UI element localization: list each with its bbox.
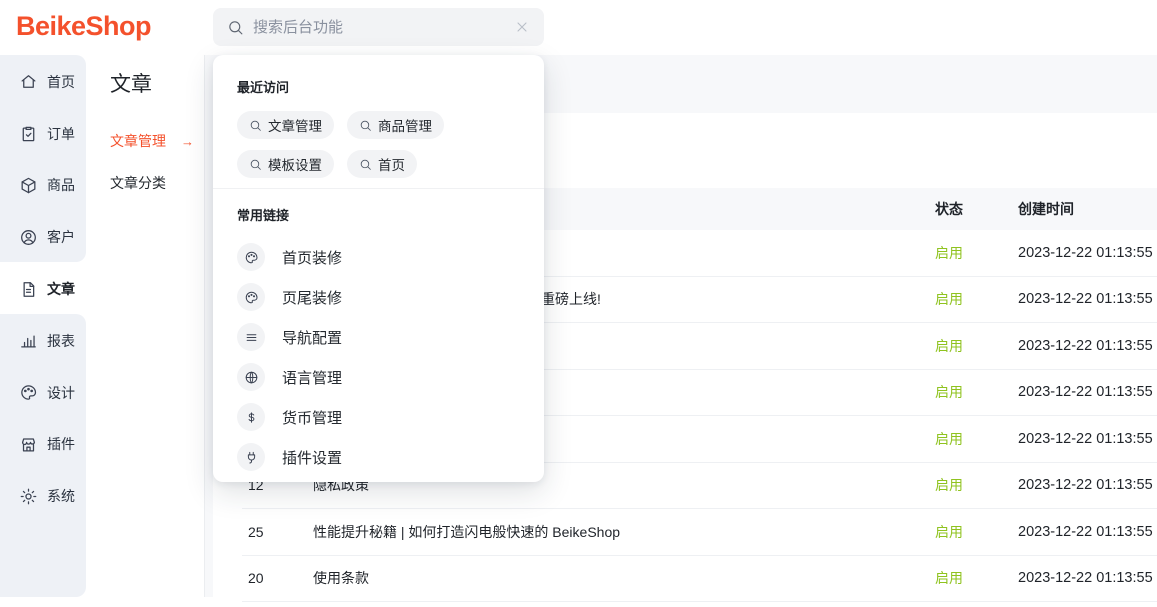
search-box[interactable] (213, 8, 544, 46)
status-badge: 启用 (935, 522, 1018, 542)
quick-link-footer-decorate[interactable]: 页尾装修 (237, 277, 520, 317)
row-id: 25 (248, 524, 313, 540)
created-time: 2023-12-22 01:13:55 (1018, 291, 1157, 307)
menu-icon (237, 323, 265, 351)
sidebar-item-reports[interactable]: 报表 (0, 315, 86, 367)
created-time: 2023-12-22 01:13:55 (1018, 570, 1157, 586)
quick-link-label: 导航配置 (282, 327, 342, 348)
sidebar-item-label: 商品 (47, 175, 75, 195)
sidebar-item-label: 客户 (47, 227, 75, 247)
recent-chip[interactable]: 模板设置 (237, 150, 334, 178)
quick-link-label: 语言管理 (282, 367, 342, 388)
created-time: 2023-12-22 01:13:55 (1018, 524, 1157, 540)
search-input[interactable] (253, 19, 505, 36)
sidebar-item-label: 设计 (47, 383, 75, 403)
recent-chip[interactable]: 商品管理 (347, 111, 444, 139)
quick-link-home-decorate[interactable]: 首页装修 (237, 237, 520, 277)
sidebar-item-home[interactable]: 首页 (0, 56, 86, 108)
column-header-status: 状态 (935, 199, 1018, 219)
quick-link-label: 货币管理 (282, 407, 342, 428)
status-badge: 启用 (935, 475, 1018, 495)
row-id: 20 (248, 570, 313, 586)
sidebar: 首页订单商品客户文章报表设计插件系统 (0, 55, 86, 597)
app-logo[interactable]: BeikeShop (16, 11, 151, 42)
system-icon (19, 487, 38, 506)
sidebar-item-system[interactable]: 系统 (0, 470, 86, 522)
created-time: 2023-12-22 01:13:55 (1018, 384, 1157, 400)
sidebar-item-plugins[interactable]: 插件 (0, 419, 86, 471)
search-icon (359, 158, 372, 171)
sidebar-item-customers[interactable]: 客户 (0, 211, 86, 263)
recent-chip-label: 首页 (378, 154, 405, 174)
report-icon (19, 331, 38, 350)
home-icon (19, 72, 38, 91)
status-badge: 启用 (935, 243, 1018, 263)
sidebar-item-label: 订单 (47, 124, 75, 144)
sidebar-item-label: 报表 (47, 331, 75, 351)
submenu-panel: 文章 文章管理 → 文章分类 (86, 55, 205, 597)
close-icon[interactable] (514, 19, 530, 35)
quick-link-nav-config[interactable]: 导航配置 (237, 317, 520, 357)
sidebar-item-products[interactable]: 商品 (0, 160, 86, 212)
app-header: BeikeShop (0, 0, 1157, 55)
row-title: 性能提升秘籍 | 如何打造闪电般快速的 BeikeShop (313, 522, 935, 542)
status-badge: 启用 (935, 382, 1018, 402)
sidebar-item-label: 首页 (47, 72, 75, 92)
search-suggest-popup: 最近访问 文章管理 商品管理模板设置 首页 常用链接 首页装修页尾装修导航配置语言管… (213, 55, 544, 482)
search-icon (249, 158, 262, 171)
sidebar-item-articles[interactable]: 文章 (0, 263, 86, 315)
column-header-created: 创建时间 (1018, 199, 1157, 219)
quick-link-language-manage[interactable]: 语言管理 (237, 357, 520, 397)
sidebar-item-label: 插件 (47, 434, 75, 454)
page-title: 文章 (110, 68, 204, 98)
plugin-icon (19, 435, 38, 454)
sidebar-item-orders[interactable]: 订单 (0, 108, 86, 160)
created-time: 2023-12-22 01:13:55 (1018, 477, 1157, 493)
created-time: 2023-12-22 01:13:55 (1018, 431, 1157, 447)
article-icon (19, 280, 38, 299)
recent-chip-label: 模板设置 (268, 154, 322, 174)
status-badge: 启用 (935, 568, 1018, 588)
recent-chip[interactable]: 首页 (347, 150, 417, 178)
status-badge: 启用 (935, 336, 1018, 356)
customer-icon (19, 228, 38, 247)
search-icon (227, 19, 244, 36)
created-time: 2023-12-22 01:13:55 (1018, 338, 1157, 354)
search-icon (249, 119, 262, 132)
status-badge: 启用 (935, 429, 1018, 449)
order-icon (19, 124, 38, 143)
recent-chip[interactable]: 文章管理 (237, 111, 334, 139)
quick-link-plugin-settings[interactable]: 插件设置 (237, 437, 520, 477)
palette-icon (237, 243, 265, 271)
globe-icon (237, 363, 265, 391)
quick-link-currency-manage[interactable]: 货币管理 (237, 397, 520, 437)
quick-link-label: 插件设置 (282, 447, 342, 468)
row-title: 使用条款 (313, 568, 935, 588)
submenu-item-article-category[interactable]: 文章分类 (86, 162, 204, 204)
plug-icon (237, 443, 265, 471)
recent-visits-label: 最近访问 (237, 77, 520, 96)
submenu-item-label: 文章分类 (110, 173, 166, 193)
arrow-right-icon: → (181, 134, 194, 149)
dollar-icon (237, 403, 265, 431)
sidebar-item-design[interactable]: 设计 (0, 367, 86, 419)
recent-chip-label: 商品管理 (378, 115, 432, 135)
common-links-label: 常用链接 (237, 205, 520, 224)
submenu-item-article-manage[interactable]: 文章管理 → (86, 120, 204, 162)
quick-link-label: 页尾装修 (282, 287, 342, 308)
design-icon (19, 383, 38, 402)
table-row[interactable]: 20使用条款启用2023-12-22 01:13:55 (242, 556, 1157, 603)
sidebar-item-label: 系统 (47, 486, 75, 506)
created-time: 2023-12-22 01:13:55 (1018, 245, 1157, 261)
table-row[interactable]: 25性能提升秘籍 | 如何打造闪电般快速的 BeikeShop启用2023-12… (242, 509, 1157, 556)
palette-icon (237, 283, 265, 311)
product-icon (19, 176, 38, 195)
submenu-item-label: 文章管理 (110, 131, 166, 151)
sidebar-item-label: 文章 (47, 279, 75, 299)
search-icon (359, 119, 372, 132)
recent-chip-label: 文章管理 (268, 115, 322, 135)
quick-link-label: 首页装修 (282, 247, 342, 268)
status-badge: 启用 (935, 289, 1018, 309)
